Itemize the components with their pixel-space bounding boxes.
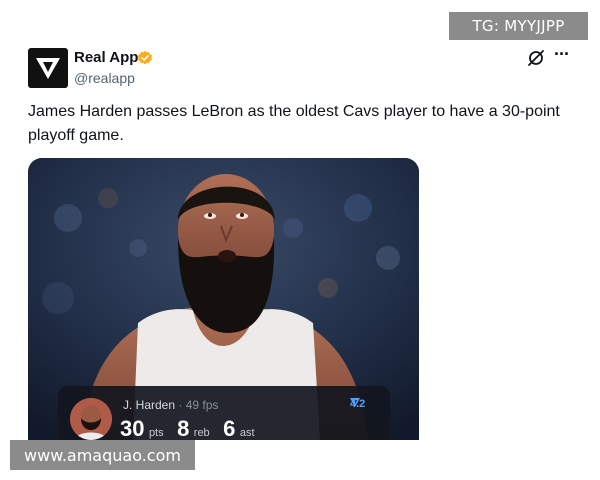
player-name: J. Harden · 49 fps — [123, 398, 219, 412]
watermark-tg: TG: MYYJJPP — [449, 12, 588, 40]
more-options-icon[interactable]: ··· — [554, 44, 570, 65]
account-avatar[interactable] — [28, 48, 68, 88]
player-avatar — [70, 398, 112, 440]
rebounds-label: reb — [193, 427, 210, 439]
grok-icon[interactable] — [527, 49, 545, 67]
tweet-text: James Harden passes LeBron as the oldest… — [28, 103, 560, 144]
real-app-logo-icon — [36, 58, 60, 79]
points-label: pts — [148, 427, 164, 439]
player-rating: 4.2 — [350, 398, 366, 410]
real-app-logo-icon — [350, 398, 360, 407]
stat-line: 30 pts 8 reb 6 ast — [120, 416, 264, 440]
watermark-site: www.amaquao.com — [10, 440, 195, 470]
display-name[interactable]: Real App — [74, 49, 138, 66]
tweet-media[interactable]: J. Harden · 49 fps 4.2 30 pts 8 reb 6 as… — [28, 158, 419, 440]
assists-label: ast — [239, 427, 255, 439]
rebounds-value: 8 — [177, 416, 190, 440]
points-value: 30 — [120, 416, 145, 440]
stat-card: J. Harden · 49 fps 4.2 30 pts 8 reb 6 as… — [58, 386, 390, 440]
assists-value: 6 — [223, 416, 236, 440]
account-handle[interactable]: @realapp — [74, 70, 135, 86]
verified-badge-icon — [138, 50, 152, 65]
